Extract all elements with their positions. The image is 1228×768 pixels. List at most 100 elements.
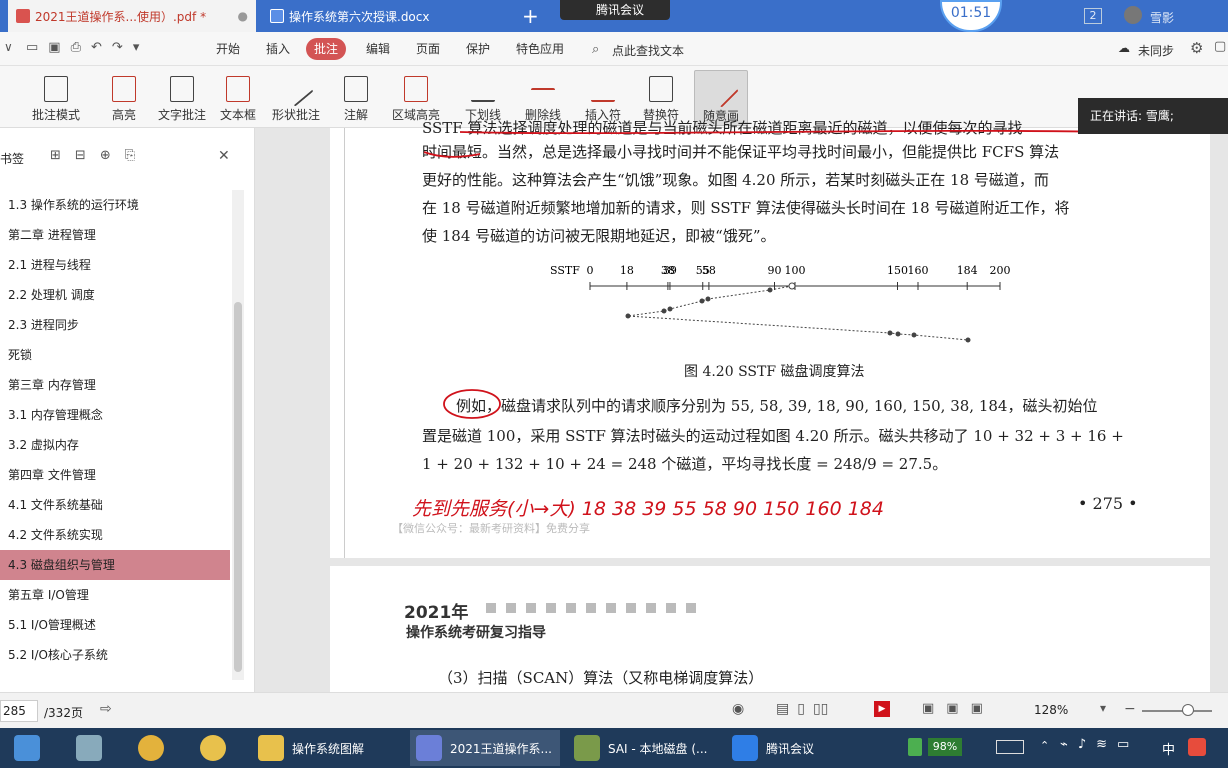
fit-width-icon[interactable]: ▣: [946, 701, 958, 716]
shape-annotation-button[interactable]: 形状批注: [266, 70, 326, 126]
chevron-down-icon[interactable]: ∨: [4, 40, 13, 54]
menu-start[interactable]: 开始: [208, 38, 248, 60]
ribbon-label: 形状批注: [271, 108, 320, 122]
play-icon[interactable]: ▶: [874, 701, 890, 717]
taskbar-label: SAI - 本地磁盘 (...: [608, 741, 708, 756]
single-page-icon[interactable]: ▯: [797, 701, 805, 717]
bookmark-item[interactable]: 第四章 文件管理: [0, 460, 230, 490]
handwriting-underline: [423, 129, 1111, 158]
bookmark-item-selected[interactable]: 4.3 磁盘组织与管理: [0, 550, 230, 580]
bookmark-item[interactable]: 2.2 处理机 调度: [0, 280, 230, 310]
tab-docx[interactable]: 操作系统第六次授课.docx: [262, 0, 502, 32]
bookmark-item[interactable]: 第二章 进程管理: [0, 220, 230, 250]
menu-edit[interactable]: 编辑: [358, 38, 398, 60]
collapse-icon[interactable]: ⊟: [75, 148, 86, 163]
continuous-view-icon[interactable]: ▤: [776, 701, 789, 717]
bookmark-item[interactable]: 2.1 进程与线程: [0, 250, 230, 280]
next-page-icon[interactable]: ⇨: [100, 701, 112, 717]
sync-status[interactable]: 未同步: [1138, 42, 1174, 59]
circle-mark: [443, 389, 501, 419]
zoom-level[interactable]: 128%: [1034, 703, 1068, 717]
text-annotation-button[interactable]: 文字批注: [154, 70, 210, 126]
handwriting-note: 先到先服务(小→大) 18 38 39 55 58 90 150 160 184: [412, 498, 884, 520]
volume-icon[interactable]: ♪: [1078, 737, 1086, 752]
menu-protect[interactable]: 保护: [458, 38, 498, 60]
bookmark-item[interactable]: 4.1 文件系统基础: [0, 490, 230, 520]
print-icon[interactable]: ⎙: [71, 40, 81, 55]
open-icon[interactable]: ▭: [26, 40, 38, 55]
bookmark-item[interactable]: 4.2 文件系统实现: [0, 520, 230, 550]
notification-icon[interactable]: ▭: [1117, 737, 1129, 752]
search-box[interactable]: 点此查找文本: [612, 42, 684, 59]
qq-app[interactable]: [194, 730, 240, 766]
gear-icon[interactable]: ⚙: [1190, 39, 1203, 57]
redo-icon[interactable]: ↷: [112, 40, 123, 55]
zoom-out-icon[interactable]: −: [1124, 701, 1136, 717]
scrollbar-thumb[interactable]: [234, 302, 242, 672]
menu-page[interactable]: 页面: [408, 38, 448, 60]
meeting-indicator[interactable]: 腾讯会议: [560, 0, 670, 20]
bookmark-icon[interactable]: ⎘: [125, 148, 135, 163]
zoom-dropdown-icon[interactable]: ▾: [1100, 701, 1106, 715]
ime-indicator[interactable]: 中: [1162, 739, 1175, 758]
page-input[interactable]: 285: [0, 700, 38, 722]
bookmark-item[interactable]: 第五章 I/O管理: [0, 580, 230, 610]
wifi-icon[interactable]: ≋: [1096, 737, 1107, 752]
eye-icon[interactable]: ◉: [732, 701, 744, 717]
bookmark-item[interactable]: 1.3 操作系统的运行环境: [0, 190, 230, 220]
user-name: 雪影: [1150, 11, 1175, 25]
taskbar-wps[interactable]: 2021王道操作系...: [410, 730, 560, 766]
zoom-slider-thumb[interactable]: [1182, 704, 1194, 716]
ribbon-label: 文本框: [219, 108, 256, 122]
fit-page-icon[interactable]: ▣: [971, 701, 983, 716]
close-icon[interactable]: ●: [238, 9, 248, 23]
bookmark-item[interactable]: 2.3 进程同步: [0, 310, 230, 340]
new-tab-icon[interactable]: +: [522, 4, 539, 28]
bookmark-item[interactable]: 第三章 内存管理: [0, 370, 230, 400]
actual-size-icon[interactable]: ▣: [922, 701, 934, 716]
save-icon[interactable]: ▣: [48, 40, 60, 55]
windows-taskbar: 操作系统图解 2021王道操作系... SAI - 本地磁盘 (... 腾讯会议…: [0, 728, 1228, 768]
taskbar-sai[interactable]: SAI - 本地磁盘 (...: [568, 730, 718, 766]
bookmark-item[interactable]: 5.2 I/O核心子系统: [0, 640, 230, 670]
avatar[interactable]: [1124, 6, 1142, 24]
pdf-page-276: 2021年 操作系统考研复习指导 （3）扫描（SCAN）算法（又称电梯调度算法）: [330, 566, 1210, 692]
network-icon[interactable]: ⌁: [1060, 737, 1068, 752]
zoom-slider[interactable]: [1142, 710, 1212, 712]
note-button[interactable]: 注解: [336, 70, 376, 126]
quick-access-toolbar: ▭ ▣ ⎙ ↶ ↷ ▾: [26, 40, 139, 55]
highlight-icon: [112, 76, 136, 102]
textbox-button[interactable]: 文本框: [216, 70, 260, 126]
expand-icon[interactable]: ⊞: [50, 148, 61, 163]
menu-features[interactable]: 特色应用: [508, 38, 572, 60]
close-icon[interactable]: ✕: [218, 148, 230, 164]
taskbar-meeting[interactable]: 腾讯会议: [726, 730, 876, 766]
undo-icon[interactable]: ↶: [91, 40, 102, 55]
keyboard-icon[interactable]: [996, 740, 1024, 754]
search-icon: ⌕: [592, 42, 600, 57]
bookmark-item[interactable]: 5.1 I/O管理概述: [0, 610, 230, 640]
sidebar-scrollbar[interactable]: [232, 190, 244, 680]
add-bookmark-icon[interactable]: ⊕: [100, 148, 111, 163]
menu-annotate[interactable]: 批注: [306, 38, 347, 60]
more-icon[interactable]: ▾: [133, 40, 140, 55]
sogou-icon[interactable]: [1188, 738, 1206, 756]
taskbar-folder[interactable]: 操作系统图解: [252, 730, 402, 766]
start-button[interactable]: [8, 730, 54, 766]
annotate-mode-button[interactable]: 批注模式: [26, 70, 86, 126]
highlight-button[interactable]: 高亮: [104, 70, 144, 126]
window-icon[interactable]: ▢: [1214, 39, 1226, 54]
two-page-icon[interactable]: ▯▯: [813, 701, 828, 717]
shield-icon[interactable]: [908, 738, 922, 756]
bookmark-item[interactable]: 死锁: [0, 340, 230, 370]
bookmark-item[interactable]: 3.1 内存管理概念: [0, 400, 230, 430]
chevron-up-icon[interactable]: ⌃: [1040, 739, 1049, 752]
fig-prefix: SSTF: [550, 264, 580, 277]
tab-pdf[interactable]: 2021王道操作系...使用）.pdf * ●: [8, 0, 256, 32]
taskbar-label: 2021王道操作系...: [450, 741, 552, 756]
sai-icon: [574, 735, 600, 761]
bookmark-item[interactable]: 3.2 虚拟内存: [0, 430, 230, 460]
chrome-app[interactable]: [132, 730, 178, 766]
calculator-app[interactable]: [70, 730, 116, 766]
menu-insert[interactable]: 插入: [258, 38, 298, 60]
